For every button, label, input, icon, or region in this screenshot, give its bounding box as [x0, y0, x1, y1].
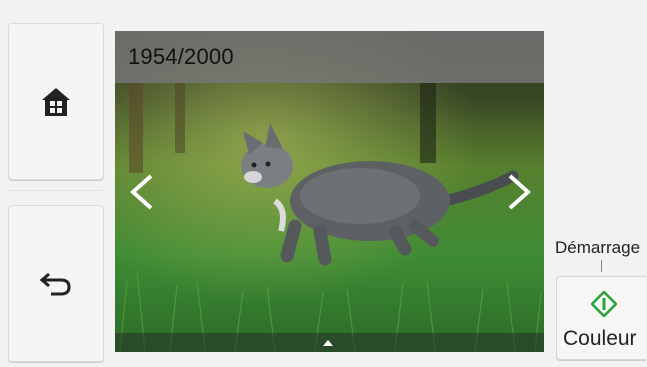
back-button[interactable]	[8, 205, 104, 362]
start-button-label: Couleur	[563, 327, 637, 350]
counter-bar: 1954/2000	[115, 31, 544, 83]
chevron-right-icon[interactable]	[504, 174, 534, 210]
home-icon	[42, 87, 70, 116]
home-button[interactable]	[8, 23, 104, 180]
image-counter: 1954/2000	[128, 44, 234, 69]
photo-viewer[interactable]: 1954/2000	[115, 31, 544, 352]
start-caption: Démarrage	[555, 238, 641, 257]
start-diamond-icon	[591, 291, 617, 317]
side-divider	[8, 190, 102, 191]
bottom-strip[interactable]	[115, 333, 544, 352]
chevron-left-icon[interactable]	[127, 174, 157, 210]
start-color-button[interactable]: Couleur	[556, 276, 646, 360]
back-arrow-icon	[39, 272, 71, 295]
start-caption-leader	[601, 260, 602, 272]
caret-up-icon	[323, 340, 333, 346]
